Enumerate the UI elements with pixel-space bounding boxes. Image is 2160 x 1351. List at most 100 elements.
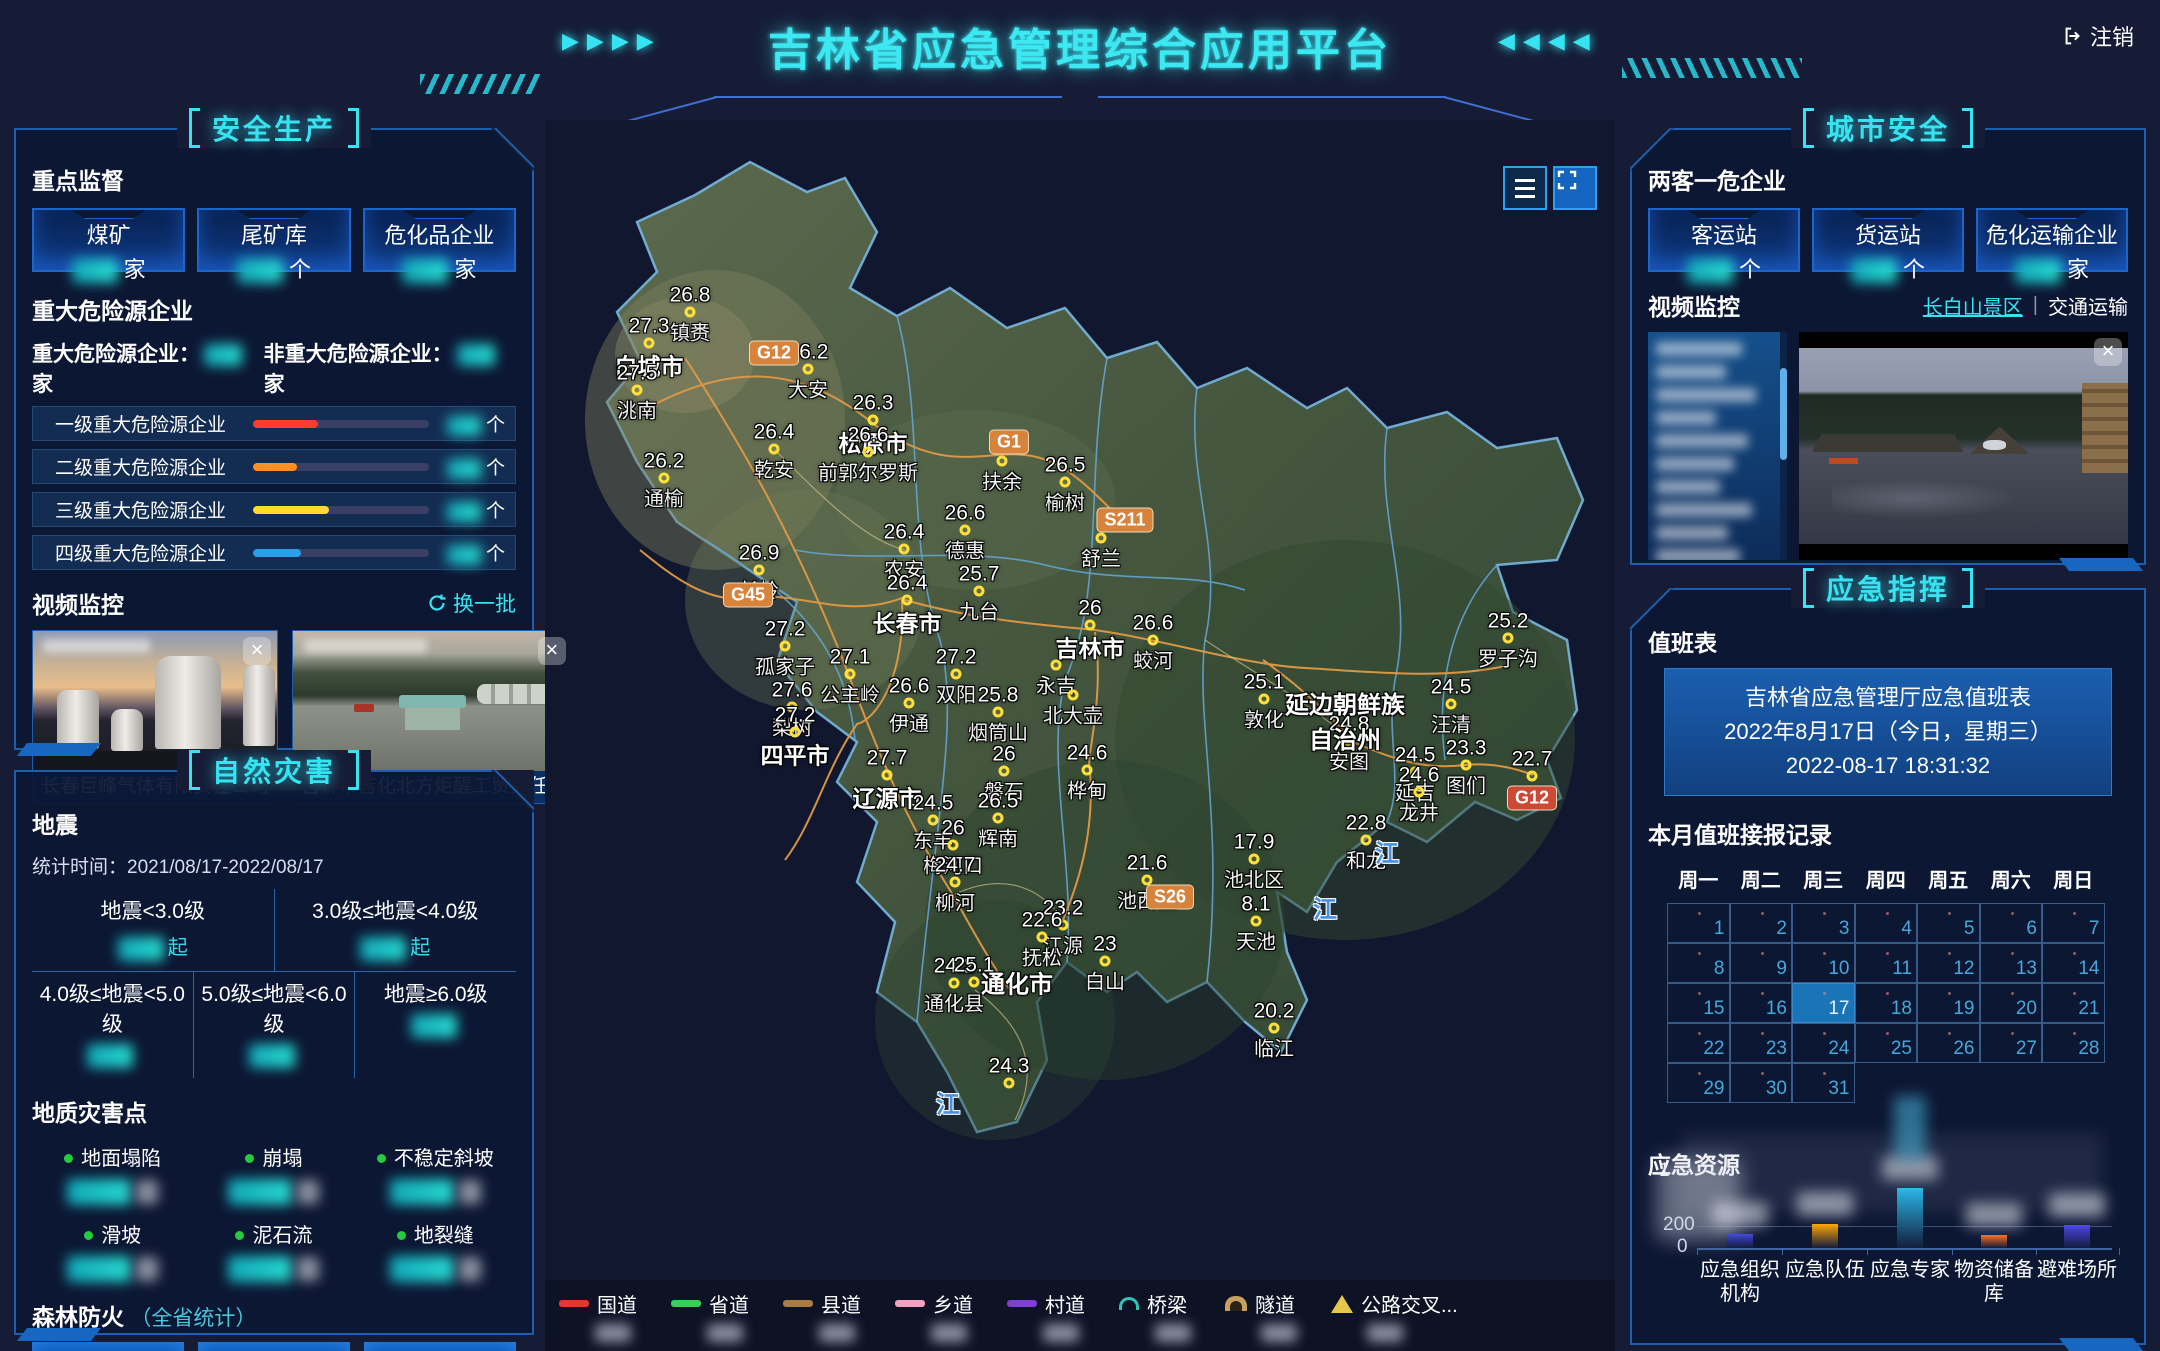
calendar-day[interactable]: 16 <box>1730 983 1793 1023</box>
close-icon[interactable]: × <box>2094 338 2122 366</box>
map-marker-罗子沟[interactable]: 25.2罗子沟 <box>1503 633 1514 644</box>
map-marker-东丰[interactable]: 24.5东丰 <box>928 815 939 826</box>
map-marker-舒兰[interactable]: 舒兰 <box>1096 533 1107 544</box>
map-marker-吉林市[interactable]: 26吉林市 <box>1085 620 1096 631</box>
map-marker-四平市[interactable]: 27.2四平市 <box>790 727 801 738</box>
camera-list-item[interactable] <box>1656 342 1742 356</box>
calendar-day[interactable]: 31 <box>1792 1063 1855 1103</box>
calendar-day[interactable]: 12 <box>1917 943 1980 983</box>
calendar-day[interactable]: 26 <box>1917 1023 1980 1063</box>
calendar-day[interactable]: 3 <box>1792 903 1855 943</box>
map-marker-梅河口[interactable]: 26梅河口 <box>948 840 959 851</box>
map-marker-乾安[interactable]: 26.4乾安 <box>769 444 780 455</box>
map-marker-北大壶[interactable]: 北大壶 <box>1068 690 1079 701</box>
map-marker-扶余[interactable]: 扶余 <box>997 456 1008 467</box>
camera-list-scrollbar[interactable] <box>1780 332 1787 560</box>
calendar-day[interactable]: 30 <box>1730 1063 1793 1103</box>
link-changbaishan[interactable]: 长白山景区 <box>1923 291 2023 320</box>
map-marker-蛟河[interactable]: 26.6蛟河 <box>1148 635 1159 646</box>
calendar-day[interactable]: 8 <box>1667 943 1730 983</box>
map-marker-天池[interactable]: 8.1天池 <box>1251 916 1262 927</box>
map-marker-通化县[interactable]: 24.2通化县 <box>949 978 960 989</box>
calendar-day[interactable]: 29 <box>1667 1063 1730 1103</box>
map-marker-榆树[interactable]: 26.5榆树 <box>1060 477 1071 488</box>
map-marker-敦化[interactable]: 25.1敦化 <box>1259 694 1270 705</box>
close-icon[interactable]: × <box>243 637 271 665</box>
map-marker-德惠[interactable]: 26.6德惠 <box>960 525 971 536</box>
map-marker-白山[interactable]: 23白山 <box>1100 956 1111 967</box>
camera-list-item[interactable] <box>1656 388 1756 402</box>
map-marker-柳河[interactable]: 24.7柳河 <box>950 877 961 888</box>
calendar-day[interactable]: 14 <box>2042 943 2105 983</box>
calendar-day[interactable]: 19 <box>1917 983 1980 1023</box>
close-icon[interactable]: × <box>538 637 566 665</box>
map-marker-长春市[interactable]: 26.4长春市 <box>902 595 913 606</box>
legend-item-国道[interactable]: 国道 <box>559 1289 637 1342</box>
calendar-day[interactable]: 5 <box>1917 903 1980 943</box>
calendar-day[interactable]: 21 <box>2042 983 2105 1023</box>
duty-schedule-card[interactable]: 吉林省应急管理厅应急值班表 2022年8月17日（今日，星期三） 2022-08… <box>1664 668 2112 796</box>
calendar-day[interactable]: 25 <box>1855 1023 1918 1063</box>
calendar-day[interactable]: 18 <box>1855 983 1918 1023</box>
map-marker-辉南[interactable]: 26.5辉南 <box>993 813 1004 824</box>
calendar-day[interactable]: 22 <box>1667 1023 1730 1063</box>
calendar-day[interactable]: 15 <box>1667 983 1730 1023</box>
map-marker-白城市[interactable]: 27.3白城市 <box>644 338 655 349</box>
legend-item-桥梁[interactable]: 桥梁 <box>1119 1289 1191 1342</box>
fullscreen-button[interactable] <box>1553 166 1597 210</box>
map-marker-永吉[interactable]: 永吉 <box>1051 660 1062 671</box>
legend-item-公路交叉[interactable]: 公路交叉... <box>1331 1289 1458 1342</box>
link-transport[interactable]: 交通运输 <box>2048 291 2128 320</box>
calendar-day[interactable]: 10 <box>1792 943 1855 983</box>
camera-list-item[interactable] <box>1656 365 1726 379</box>
legend-item-隧道[interactable]: 隧道 <box>1225 1289 1297 1342</box>
legend-item-乡道[interactable]: 乡道 <box>895 1289 973 1342</box>
camera-list[interactable] <box>1648 332 1780 560</box>
map-marker-图们[interactable]: 23.3图们 <box>1461 760 1472 771</box>
map-marker-辽源市[interactable]: 27.7辽源市 <box>882 770 893 781</box>
map-marker-农安[interactable]: 26.4农安 <box>899 544 910 555</box>
map-marker-长岭[interactable]: 26.9长岭 <box>754 565 765 576</box>
map-marker-镇赉[interactable]: 26.8镇赉 <box>685 307 696 318</box>
camera-list-item[interactable] <box>1656 503 1752 517</box>
map-marker-双阳[interactable]: 27.2双阳 <box>951 669 962 680</box>
calendar-day[interactable]: 27 <box>1980 1023 2043 1063</box>
camera-list-item[interactable] <box>1656 434 1748 448</box>
map-marker-桦甸[interactable]: 24.6桦甸 <box>1082 765 1093 776</box>
map-marker-24.3[interactable]: 24.3 <box>1004 1078 1015 1089</box>
camera-list-item[interactable] <box>1656 411 1716 425</box>
map-marker-珲春[interactable]: 22.7珲春 <box>1527 771 1538 782</box>
map-marker-前郭尔罗斯[interactable]: 26.6前郭尔罗斯 <box>863 447 874 458</box>
map-marker-通榆[interactable]: 26.2通榆 <box>659 473 670 484</box>
camera-list-item[interactable] <box>1656 549 1740 560</box>
legend-item-省道[interactable]: 省道 <box>671 1289 749 1342</box>
logout-button[interactable]: 注销 <box>2062 20 2134 52</box>
map-marker-公主岭[interactable]: 27.1公主岭 <box>845 669 856 680</box>
calendar-day[interactable]: 23 <box>1730 1023 1793 1063</box>
calendar-day[interactable]: 20 <box>1980 983 2043 1023</box>
calendar-day[interactable]: 4 <box>1855 903 1918 943</box>
map-marker-伊通[interactable]: 26.6伊通 <box>904 698 915 709</box>
calendar-day[interactable]: 7 <box>2042 903 2105 943</box>
map-marker-汪清[interactable]: 24.5汪清 <box>1446 699 1457 710</box>
map-marker-临江[interactable]: 20.2临江 <box>1269 1023 1280 1034</box>
map-marker-磐石[interactable]: 26磐石 <box>999 766 1010 777</box>
camera-list-item[interactable] <box>1656 480 1720 494</box>
map-marker-龙井[interactable]: 24.6龙井 <box>1414 787 1425 798</box>
map-marker-烟筒山[interactable]: 25.8烟筒山 <box>993 707 1004 718</box>
calendar-day[interactable]: 11 <box>1855 943 1918 983</box>
map-marker-大安[interactable]: 26.2大安 <box>803 364 814 375</box>
calendar-day[interactable]: 1 <box>1667 903 1730 943</box>
map-layers-button[interactable] <box>1503 166 1547 210</box>
map-marker-和龙[interactable]: 22.8和龙 <box>1361 835 1372 846</box>
calendar-day[interactable]: 13 <box>1980 943 2043 983</box>
province-map[interactable]: 26.8镇赉27.3白城市27.5洮南26.2通榆26.2大安26.4乾安26.… <box>545 120 1615 1351</box>
refresh-batch-button[interactable]: 换一批 <box>427 588 516 618</box>
map-marker-25.1[interactable]: 25.1 <box>969 977 980 988</box>
legend-item-村道[interactable]: 村道 <box>1007 1289 1085 1342</box>
camera-feed[interactable]: × <box>1799 332 2128 560</box>
map-marker-九台[interactable]: 25.7九台 <box>974 586 985 597</box>
calendar-day[interactable]: 24 <box>1792 1023 1855 1063</box>
legend-item-县道[interactable]: 县道 <box>783 1289 861 1342</box>
camera-list-item[interactable] <box>1656 526 1728 540</box>
